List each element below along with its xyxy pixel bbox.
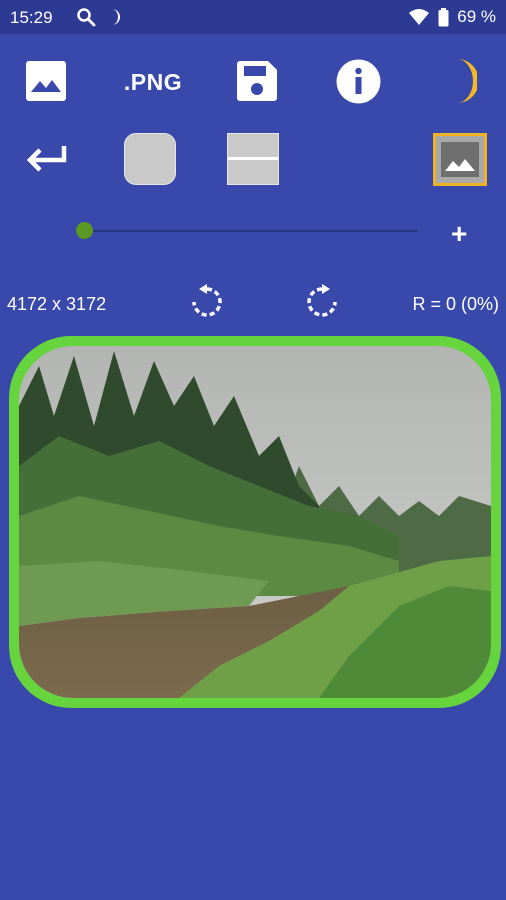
landscape-photo[interactable] — [19, 346, 491, 698]
split-square-icon — [227, 133, 279, 185]
rotate-right-icon — [307, 284, 337, 317]
image-icon — [26, 61, 66, 101]
format-label: .PNG — [123, 68, 183, 95]
increase-button[interactable]: + — [451, 218, 467, 250]
radius-slider-track[interactable] — [84, 230, 418, 232]
format-button[interactable]: .PNG — [115, 66, 191, 98]
search-icon — [77, 8, 96, 27]
gallery-button[interactable] — [25, 60, 67, 102]
rotate-right-button[interactable] — [303, 283, 341, 321]
battery-level: 69 % — [457, 7, 496, 26]
rotate-left-icon — [192, 284, 222, 317]
image-selected-icon — [433, 133, 487, 186]
battery-icon — [438, 7, 449, 26]
status-bar: 15:29 69 % — [0, 0, 506, 34]
image-frame — [9, 336, 501, 708]
back-arrow-icon — [26, 146, 67, 172]
radius-slider-thumb[interactable] — [76, 222, 93, 239]
radius-readout: R = 0 (0%) — [412, 294, 499, 314]
back-button[interactable] — [24, 142, 68, 174]
rounded-square-icon — [124, 133, 176, 185]
image-dimensions: 4172 x 3172 — [7, 294, 107, 314]
shape-split-button[interactable] — [227, 133, 279, 185]
moon-small-icon — [112, 9, 120, 25]
info-icon — [336, 59, 381, 104]
moon-icon — [457, 59, 477, 103]
save-button[interactable] — [236, 60, 278, 102]
theme-toggle-button[interactable] — [443, 58, 477, 104]
shape-image-button[interactable] — [433, 133, 487, 186]
rotate-left-button[interactable] — [188, 283, 226, 321]
shape-rounded-button[interactable] — [124, 133, 176, 185]
status-time: 15:29 — [10, 8, 53, 27]
info-button[interactable] — [336, 59, 381, 104]
save-icon — [237, 61, 277, 101]
wifi-icon — [409, 9, 430, 25]
